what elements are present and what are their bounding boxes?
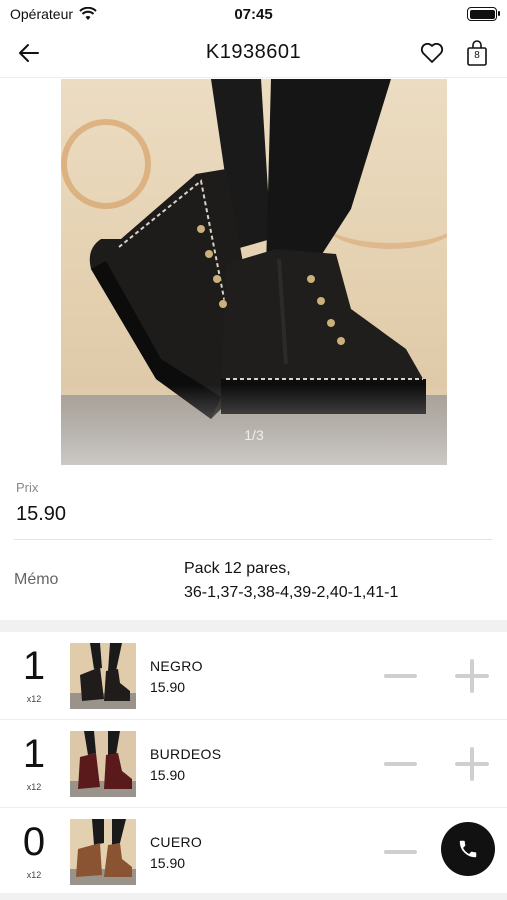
memo-line: 36-1,37-3,38-4,39-2,40-1,41-1 [184, 584, 399, 601]
page-title: K1938601 [205, 41, 302, 63]
cart-button[interactable]: 8 [465, 39, 489, 67]
battery-icon [467, 7, 500, 21]
pack-size: x12 [26, 870, 42, 880]
pack-size: x12 [26, 782, 42, 792]
wifi-icon [79, 7, 97, 20]
cart-count-badge: 8 [474, 50, 480, 61]
variant-thumbnail [70, 819, 136, 885]
minus-icon[interactable] [384, 674, 417, 678]
call-button[interactable] [441, 822, 495, 876]
product-image-carousel[interactable]: 1/3 [61, 79, 447, 465]
arrow-left-icon[interactable] [16, 40, 42, 66]
variant-row: 1 x12 BURDEOS 15.90 [0, 720, 507, 808]
memo-value: Pack 12 pares, 36-1,37-3,38-4,39-2,40-1,… [184, 557, 398, 605]
phone-icon [459, 840, 477, 858]
navigation-bar: K1938601 8 [0, 28, 507, 78]
price-label: Prix [16, 480, 39, 495]
variant-row: 1 x12 NEGRO 15.90 [0, 632, 507, 720]
plus-icon[interactable] [455, 659, 489, 693]
status-bar: Opérateur 07:45 [0, 0, 507, 28]
quantity-value: 1 [22, 644, 46, 688]
divider [14, 539, 492, 540]
variant-price: 15.90 [150, 679, 186, 695]
variant-name: BURDEOS [150, 746, 222, 762]
image-page-indicator: 1/3 [244, 427, 264, 443]
variant-thumbnail [70, 731, 136, 797]
variant-row: 0 x12 CUERO 15.90 [0, 808, 507, 896]
variant-name: NEGRO [150, 658, 203, 674]
clock: 07:45 [234, 5, 273, 23]
variant-name: CUERO [150, 834, 203, 850]
pack-size: x12 [26, 694, 42, 704]
variant-price: 15.90 [150, 767, 186, 783]
quantity-value: 0 [22, 820, 46, 864]
price-value: 15.90 [16, 503, 67, 525]
section-separator [0, 893, 507, 900]
variant-price: 15.90 [150, 855, 186, 871]
memo-label: Mémo [14, 571, 59, 588]
memo-line: Pack 12 pares, [184, 560, 291, 577]
variant-thumbnail [70, 643, 136, 709]
quantity-value: 1 [22, 732, 46, 776]
minus-icon[interactable] [384, 762, 417, 766]
plus-icon[interactable] [455, 747, 489, 781]
minus-icon[interactable] [384, 850, 417, 854]
carrier-label: Opérateur [10, 6, 74, 22]
heart-icon[interactable] [419, 40, 445, 66]
section-separator [0, 620, 507, 632]
